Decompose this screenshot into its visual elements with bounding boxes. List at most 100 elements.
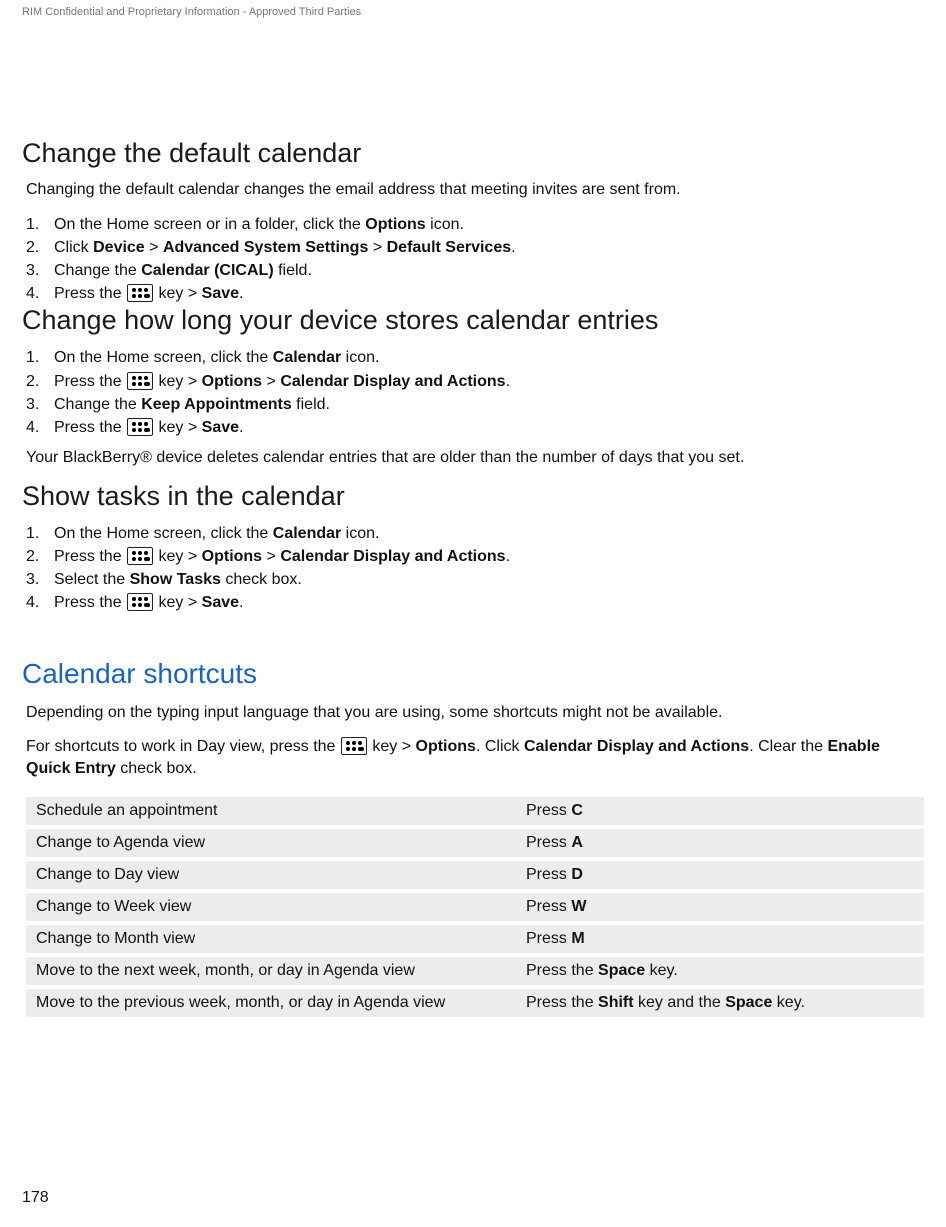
shortcut-action: Move to the previous week, month, or day… <box>26 987 516 1019</box>
paragraph: Your BlackBerry® device deletes calendar… <box>26 447 924 469</box>
table-row: Change to Day viewPress D <box>26 859 924 891</box>
text: key <box>158 548 183 565</box>
bold: Show Tasks <box>130 571 221 588</box>
bold: Calendar (CICAL) <box>141 262 273 279</box>
text: > <box>149 239 158 256</box>
shortcut-key: Press W <box>516 891 924 923</box>
content: Change the default calendar Changing the… <box>22 18 924 1021</box>
table-row: Schedule an appointmentPress C <box>26 797 924 827</box>
text: Change the <box>54 396 141 413</box>
bold: Calendar <box>273 525 341 542</box>
step: On the Home screen or in a folder, click… <box>26 213 924 236</box>
step: On the Home screen, click the Calendar i… <box>26 522 924 545</box>
text: On the Home screen, click the <box>54 525 273 542</box>
bold: Calendar Display and Actions <box>280 548 505 565</box>
text: . Click <box>476 738 524 755</box>
heading-store-entries: Change how long your device stores calen… <box>22 305 924 336</box>
text: On the Home screen, click the <box>54 349 273 366</box>
page-number: 178 <box>22 1189 49 1207</box>
step: Press the key > Save. <box>26 282 924 305</box>
bold: Options <box>365 216 425 233</box>
table-row: Move to the next week, month, or day in … <box>26 955 924 987</box>
step: Click Device > Advanced System Settings … <box>26 236 924 259</box>
text: check box. <box>221 571 302 588</box>
text: key <box>158 373 183 390</box>
bold: Calendar <box>273 349 341 366</box>
menu-key-icon <box>127 284 153 302</box>
step: Press the key > Options > Calendar Displ… <box>26 545 924 568</box>
step: Select the Show Tasks check box. <box>26 568 924 591</box>
steps-list: On the Home screen, click the Calendar i… <box>26 346 924 439</box>
text: > <box>188 373 197 390</box>
bold: Save <box>202 419 239 436</box>
bold: Options <box>416 738 476 755</box>
shortcut-key: Press the Space key. <box>516 955 924 987</box>
table-row: Change to Agenda viewPress A <box>26 827 924 859</box>
text: > <box>188 548 197 565</box>
text: > <box>188 594 197 611</box>
heading-calendar-shortcuts: Calendar shortcuts <box>22 658 924 690</box>
step: On the Home screen, click the Calendar i… <box>26 346 924 369</box>
bold: Options <box>202 548 262 565</box>
steps-list: On the Home screen or in a folder, click… <box>26 213 924 306</box>
text: key <box>158 285 183 302</box>
table-row: Change to Month viewPress M <box>26 923 924 955</box>
bold: Device <box>93 239 145 256</box>
heading-show-tasks: Show tasks in the calendar <box>22 481 924 512</box>
bold: Keep Appointments <box>141 396 292 413</box>
page: RIM Confidential and Proprietary Informa… <box>0 0 946 1227</box>
shortcut-action: Change to Day view <box>26 859 516 891</box>
shortcut-action: Schedule an appointment <box>26 797 516 827</box>
text: Click <box>54 239 93 256</box>
shortcut-key: Press C <box>516 797 924 827</box>
text: > <box>402 738 411 755</box>
shortcut-key: Press D <box>516 859 924 891</box>
text: check box. <box>116 760 197 777</box>
table-row: Change to Week viewPress W <box>26 891 924 923</box>
menu-key-icon <box>127 593 153 611</box>
text: . Clear the <box>749 738 827 755</box>
menu-key-icon <box>127 547 153 565</box>
step: Press the key > Save. <box>26 591 924 614</box>
shortcut-key: Press the Shift key and the Space key. <box>516 987 924 1019</box>
menu-key-icon <box>341 737 367 755</box>
bold: Calendar Display and Actions <box>524 738 749 755</box>
bold: Advanced System Settings <box>163 239 368 256</box>
step: Press the key > Options > Calendar Displ… <box>26 370 924 393</box>
text: On the Home screen or in a folder, click… <box>54 216 365 233</box>
text: > <box>188 419 197 436</box>
text: > <box>373 239 382 256</box>
text: Press the <box>54 373 126 390</box>
text: Press the <box>54 594 126 611</box>
shortcut-action: Change to Agenda view <box>26 827 516 859</box>
shortcut-action: Change to Week view <box>26 891 516 923</box>
menu-key-icon <box>127 418 153 436</box>
bold: Save <box>202 285 239 302</box>
heading-change-default-calendar: Change the default calendar <box>22 138 924 169</box>
text: Press the <box>54 419 126 436</box>
text: > <box>188 285 197 302</box>
shortcuts-table: Schedule an appointmentPress CChange to … <box>26 797 924 1021</box>
shortcut-action: Move to the next week, month, or day in … <box>26 955 516 987</box>
confidentiality-header: RIM Confidential and Proprietary Informa… <box>22 0 924 18</box>
text: For shortcuts to work in Day view, press… <box>26 738 340 755</box>
bold: Calendar Display and Actions <box>280 373 505 390</box>
text: Press the <box>54 285 126 302</box>
text: key <box>372 738 397 755</box>
menu-key-icon <box>127 372 153 390</box>
paragraph: Changing the default calendar changes th… <box>26 179 924 201</box>
bold: Default Services <box>387 239 512 256</box>
table-body: Schedule an appointmentPress CChange to … <box>26 797 924 1019</box>
text: > <box>267 548 276 565</box>
text: icon. <box>341 349 379 366</box>
text: icon. <box>341 525 379 542</box>
text: Select the <box>54 571 130 588</box>
paragraph: Depending on the typing input language t… <box>26 702 924 724</box>
text: > <box>267 373 276 390</box>
text: field. <box>292 396 330 413</box>
text: icon. <box>426 216 464 233</box>
shortcut-action: Change to Month view <box>26 923 516 955</box>
steps-list: On the Home screen, click the Calendar i… <box>26 522 924 615</box>
step: Change the Calendar (CICAL) field. <box>26 259 924 282</box>
shortcut-key: Press M <box>516 923 924 955</box>
